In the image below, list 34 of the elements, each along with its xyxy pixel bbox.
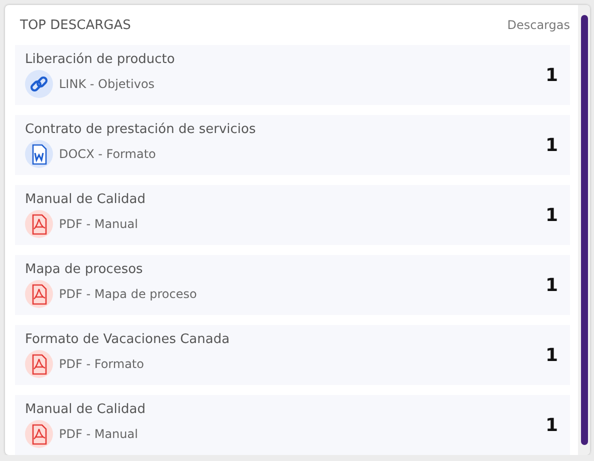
pdf-icon [25,210,53,238]
pdf-icon [25,280,53,308]
link-icon [25,70,53,98]
download-count: 1 [545,274,558,296]
download-row[interactable]: Manual de Calidad PDF - Manual 1 [15,185,570,245]
document-type: PDF - Manual [59,427,138,441]
word-document-icon [25,140,53,168]
document-title: Formato de Vacaciones Canada [25,332,230,347]
document-title: Contrato de prestación de servicios [25,122,256,137]
download-row[interactable]: Formato de Vacaciones Canada PDF - Formato 1 [15,325,570,385]
scrollbar[interactable] [578,5,590,455]
download-count: 1 [545,134,558,156]
document-type: LINK - Objetivos [59,77,155,91]
document-type: PDF - Manual [59,217,138,231]
document-type: PDF - Mapa de proceso [59,287,197,301]
pdf-icon [25,350,53,378]
download-count: 1 [545,204,558,226]
download-row[interactable]: Contrato de prestación de servicios DOCX - Formato 1 [15,115,570,175]
pdf-icon [25,420,53,448]
download-row[interactable]: Liberación de producto LINK - Objetivos 1 [15,45,570,105]
document-title: Manual de Calidad [25,192,146,207]
download-count: 1 [545,344,558,366]
download-count: 1 [545,414,558,436]
download-row[interactable]: Mapa de procesos PDF - Mapa de proceso 1 [15,255,570,315]
document-type: DOCX - Formato [59,147,156,161]
download-count: 1 [545,64,558,86]
document-title: Liberación de producto [25,52,175,67]
column-header: Descargas [507,18,570,32]
card-title: TOP DESCARGAS [20,18,131,32]
document-title: Mapa de procesos [25,262,144,277]
document-type: PDF - Formato [59,357,144,371]
download-row[interactable]: Manual de Calidad PDF - Manual 1 [15,395,570,455]
document-title: Manual de Calidad [25,402,146,417]
scrollbar-thumb[interactable] [580,15,588,445]
